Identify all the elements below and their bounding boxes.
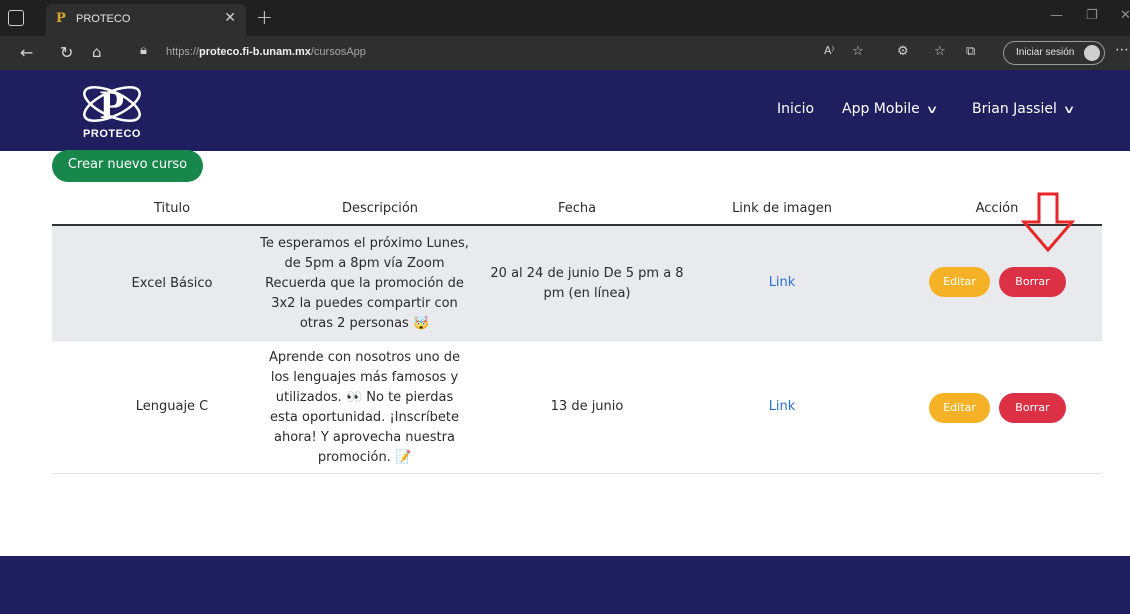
- chevron-down-icon: ∨: [925, 103, 939, 116]
- red-down-arrow-icon: [1020, 192, 1076, 253]
- course-description: Aprende con nosotros uno de los lenguaje…: [268, 350, 461, 465]
- create-course-button[interactable]: Crear nuevo curso: [52, 150, 203, 182]
- read-aloud-icon[interactable]: A⁾: [824, 44, 834, 57]
- browser-tab[interactable]: P PROTECO ✕: [46, 4, 246, 36]
- address-bar[interactable]: 🔒︎ https://proteco.fi-b.unam.mx/cursosAp…: [126, 40, 786, 66]
- image-link[interactable]: Link: [742, 397, 822, 417]
- restore-icon[interactable]: ❐: [1086, 8, 1098, 23]
- new-tab-icon[interactable]: +: [256, 5, 273, 29]
- chevron-down-icon: ∨: [1062, 103, 1076, 116]
- course-date: 20 al 24 de junio De 5 pm a 8 pm (en lín…: [490, 266, 684, 301]
- browser-tab-bar: P PROTECO ✕ + — ❐ ✕: [0, 0, 1130, 36]
- browser-toolbar: ← ↻ ⌂ 🔒︎ https://proteco.fi-b.unam.mx/cu…: [0, 36, 1130, 70]
- profile-avatar-icon: [1084, 45, 1100, 61]
- nav-app-mobile[interactable]: App Mobile ∨: [842, 101, 939, 117]
- refresh-icon[interactable]: ↻: [60, 43, 73, 62]
- edit-button[interactable]: Editar: [929, 393, 990, 423]
- site-navbar: P PROTECO Inicio App Mobile ∨ Brian Jassi…: [0, 70, 1130, 151]
- signin-button[interactable]: Iniciar sesión: [1003, 41, 1105, 65]
- column-header: Descripción: [341, 201, 419, 216]
- more-menu-icon[interactable]: ⋯: [1115, 42, 1129, 58]
- tab-title: PROTECO: [76, 13, 131, 25]
- signin-label: Iniciar sesión: [1016, 47, 1075, 58]
- course-title: Excel Básico: [131, 276, 213, 291]
- proteco-logo[interactable]: P PROTECO: [76, 76, 148, 146]
- course-date: 13 de junio: [550, 399, 624, 414]
- table-row: Excel Básico Te esperamos el próximo Lun…: [52, 226, 1102, 341]
- favorite-add-icon[interactable]: ☆: [852, 44, 864, 59]
- image-link[interactable]: Link: [742, 273, 822, 293]
- column-header: Link de imagen: [732, 201, 832, 216]
- close-tab-icon[interactable]: ✕: [224, 10, 236, 26]
- edit-button[interactable]: Editar: [929, 267, 990, 297]
- course-description: Te esperamos el próximo Lunes, de 5pm a …: [260, 236, 469, 331]
- proteco-logo-icon: P: [83, 82, 141, 127]
- url-text: https://proteco.fi-b.unam.mx/cursosApp: [166, 46, 366, 58]
- nav-app-mobile-label: App Mobile: [842, 101, 920, 117]
- course-title: Lenguaje C: [135, 399, 209, 414]
- nav-user-label: Brian Jassiel: [972, 101, 1057, 117]
- delete-button[interactable]: Borrar: [999, 393, 1066, 423]
- nav-inicio[interactable]: Inicio: [777, 101, 814, 117]
- minimize-icon[interactable]: —: [1050, 8, 1063, 23]
- extensions-icon[interactable]: ⚙: [897, 44, 909, 59]
- column-header: Titulo: [153, 201, 191, 216]
- favorites-icon[interactable]: ☆: [934, 44, 946, 59]
- home-icon[interactable]: ⌂: [92, 43, 102, 61]
- back-icon[interactable]: ←: [20, 43, 33, 62]
- table-row: Lenguaje C Aprende con nosotros uno de l…: [52, 341, 1102, 474]
- logo-text: PROTECO: [83, 128, 141, 140]
- tab-actions-icon[interactable]: [8, 10, 24, 26]
- collections-icon[interactable]: ⧉: [966, 44, 975, 59]
- lock-icon[interactable]: 🔒︎: [140, 43, 147, 58]
- close-window-icon[interactable]: ✕: [1120, 8, 1130, 23]
- svg-text:P: P: [100, 82, 124, 127]
- delete-button[interactable]: Borrar: [999, 267, 1066, 297]
- site-footer: [0, 556, 1130, 614]
- nav-user-menu[interactable]: Brian Jassiel ∨: [972, 101, 1076, 117]
- table-header: Titulo Descripción Fecha Link de imagen …: [52, 199, 1102, 226]
- proteco-favicon-icon: P: [56, 11, 66, 26]
- column-header: Fecha: [557, 201, 597, 216]
